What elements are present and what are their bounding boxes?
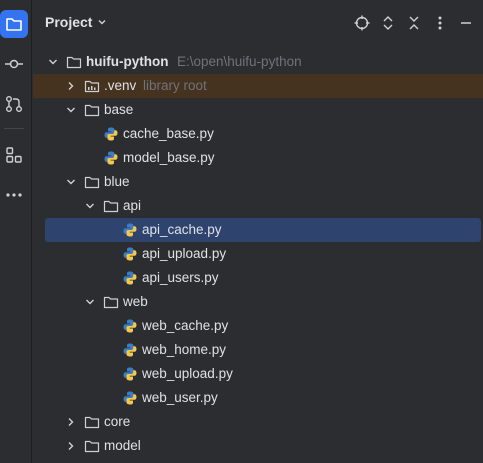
expand-all-button[interactable] — [379, 14, 397, 32]
structure-tool-button[interactable] — [0, 141, 28, 169]
tree-row-base[interactable]: base — [33, 98, 483, 122]
chevron-down-icon[interactable] — [84, 200, 96, 212]
panel-title-dropdown[interactable]: Project — [45, 14, 108, 30]
python-file-icon — [123, 223, 137, 237]
pull-requests-icon — [6, 96, 22, 112]
python-file-icon — [104, 127, 118, 141]
project-icon — [6, 18, 22, 31]
panel-title: Project — [45, 14, 93, 30]
tree-row-api-cache[interactable]: api_cache.py — [33, 218, 483, 242]
tree-label: web — [123, 294, 148, 309]
tree-row-cache-base[interactable]: cache_base.py — [33, 122, 483, 146]
python-file-icon — [123, 343, 137, 357]
tree-label: api_upload.py — [142, 246, 227, 261]
tree-label: model_base.py — [123, 150, 215, 165]
tree-label: api_cache.py — [142, 222, 222, 237]
tree-row-core[interactable]: core — [33, 410, 483, 434]
tree-row-web-cache[interactable]: web_cache.py — [33, 314, 483, 338]
python-file-icon — [123, 271, 137, 285]
library-folder-icon — [84, 80, 100, 93]
chevron-right-icon[interactable] — [65, 440, 77, 452]
chevron-down-icon[interactable] — [65, 104, 77, 116]
folder-icon — [84, 416, 100, 429]
project-path: E:\open\huifu-python — [177, 54, 302, 69]
project-tool-button[interactable] — [0, 10, 28, 38]
tree-label: .venv — [104, 78, 137, 93]
tree-label: model — [104, 438, 141, 453]
tree-label: cache_base.py — [123, 126, 214, 141]
tree-label: web_home.py — [142, 342, 227, 357]
tree-row-venv[interactable]: .venv library root — [33, 74, 483, 98]
folder-icon — [84, 104, 100, 117]
hide-panel-button[interactable] — [457, 14, 475, 32]
tree-label: web_upload.py — [142, 366, 233, 381]
collapse-icon — [409, 16, 419, 30]
chevron-down-icon[interactable] — [47, 56, 59, 68]
structure-icon — [6, 147, 22, 163]
chevron-down-icon[interactable] — [84, 296, 96, 308]
tree-label: huifu-python — [86, 54, 169, 69]
tree-row-web-user[interactable]: web_user.py — [33, 386, 483, 410]
library-root-note: library root — [143, 78, 207, 93]
folder-icon — [66, 56, 82, 69]
tree-label: web_cache.py — [142, 318, 229, 333]
chevron-right-icon[interactable] — [65, 416, 77, 428]
tree-row-root[interactable]: huifu-python E:\open\huifu-python — [33, 50, 483, 74]
tree-label: api_users.py — [142, 270, 219, 285]
tree-label: base — [104, 102, 134, 117]
pull-requests-tool-button[interactable] — [0, 90, 28, 118]
python-file-icon — [123, 247, 137, 261]
folder-icon — [103, 200, 119, 213]
activity-bar — [0, 0, 32, 463]
tree-row-blue[interactable]: blue — [33, 170, 483, 194]
tree-row-model-base[interactable]: model_base.py — [33, 146, 483, 170]
tree-row-web-home[interactable]: web_home.py — [33, 338, 483, 362]
tree-label: blue — [104, 174, 130, 189]
chevron-right-icon[interactable] — [65, 80, 77, 92]
tree-row-api-upload[interactable]: api_upload.py — [33, 242, 483, 266]
panel-header: Project — [33, 0, 483, 46]
python-file-icon — [123, 319, 137, 333]
collapse-all-button[interactable] — [405, 14, 423, 32]
activity-separator — [4, 128, 24, 129]
commit-tool-button[interactable] — [0, 50, 28, 78]
tree-label: web_user.py — [142, 390, 218, 405]
tree-label: core — [104, 414, 131, 429]
commit-icon — [5, 59, 23, 69]
chevron-down-icon[interactable] — [65, 176, 77, 188]
folder-icon — [84, 440, 100, 453]
folder-icon — [103, 296, 119, 309]
minimize-icon — [461, 22, 471, 24]
ide-window: Project huifu-python E:\open\huifu-pytho… — [0, 0, 483, 463]
selection-highlight — [45, 218, 481, 242]
project-panel: Project huifu-python E:\open\huifu-pytho… — [33, 0, 483, 463]
tree-label: api — [123, 198, 142, 213]
tree-row-api-users[interactable]: api_users.py — [33, 266, 483, 290]
locate-icon — [354, 15, 370, 31]
more-options-icon — [438, 16, 442, 30]
tree-row-model[interactable]: model — [33, 434, 483, 458]
tree-row-web-upload[interactable]: web_upload.py — [33, 362, 483, 386]
folder-icon — [84, 176, 100, 189]
tree-row-api[interactable]: api — [33, 194, 483, 218]
options-button[interactable] — [431, 14, 449, 32]
tree-row-web[interactable]: web — [33, 290, 483, 314]
python-file-icon — [123, 391, 137, 405]
python-file-icon — [104, 151, 118, 165]
python-file-icon — [123, 367, 137, 381]
more-icon — [6, 193, 22, 197]
locate-button[interactable] — [353, 14, 371, 32]
chevron-down-icon — [98, 20, 106, 25]
more-tool-windows-button[interactable] — [0, 181, 28, 209]
expand-icon — [383, 16, 393, 30]
